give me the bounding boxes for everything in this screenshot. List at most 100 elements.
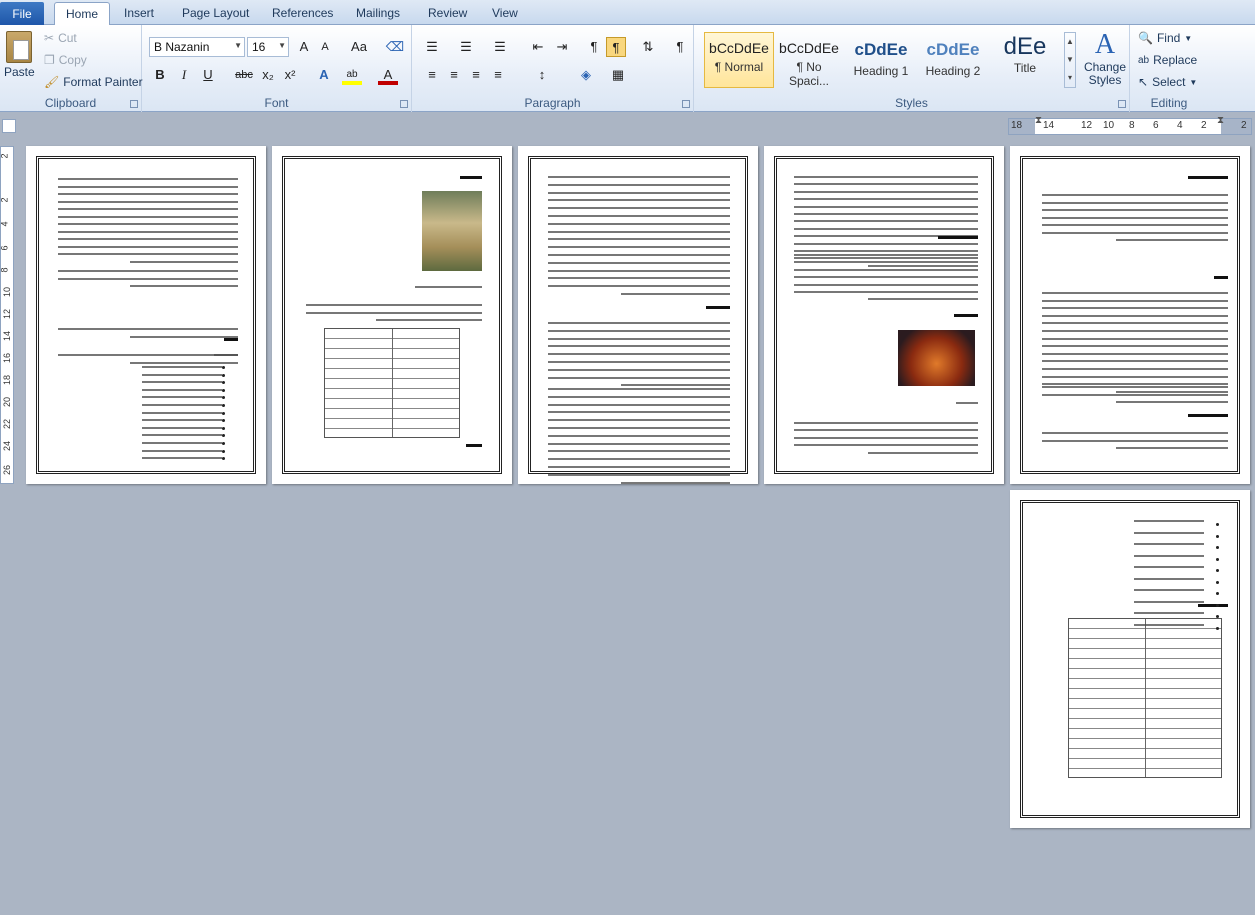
document-page[interactable] (518, 146, 758, 484)
indent-marker-icon[interactable]: ⧗ (1217, 115, 1224, 126)
italic-button[interactable]: I (174, 65, 194, 85)
find-button[interactable]: 🔍 Find ▼ (1138, 31, 1192, 45)
document-page[interactable] (272, 146, 512, 484)
strikethrough-button[interactable]: abc (232, 65, 256, 85)
cut-button[interactable]: ✂ Cut (44, 31, 77, 45)
document-page[interactable] (1010, 490, 1250, 828)
tab-references[interactable]: References (272, 6, 333, 20)
text-line (1134, 520, 1204, 522)
clipboard-launcher[interactable] (130, 100, 138, 108)
paragraph-group: ☰ ☰ ☰ ⇤ ⇥ ¶ ¶ ⇅ ¶ ≡ ≡ ≡ ≡ ↕ ◈ ▦ Paragrap… (412, 25, 694, 112)
numbering-icon[interactable]: ☰ (456, 37, 476, 57)
format-painter-button[interactable]: 🖌 Format Painter (44, 75, 143, 89)
tab-file[interactable]: File (0, 2, 44, 26)
decrease-indent-icon[interactable]: ⇤ (528, 37, 548, 57)
horizontal-ruler[interactable]: 18 14 12 10 8 6 4 2 2 ⧗ ⧗ (1008, 115, 1252, 135)
text-line (58, 238, 238, 240)
font-launcher[interactable] (400, 100, 408, 108)
document-page[interactable] (26, 146, 266, 484)
show-hide-button[interactable]: ¶ (670, 37, 690, 57)
select-button[interactable]: ↖ Select ▼ (1138, 75, 1197, 89)
highlight-icon[interactable]: ab (342, 65, 362, 85)
change-styles-button[interactable]: A Change Styles (1082, 29, 1128, 87)
text-line (1134, 566, 1204, 568)
align-center-icon[interactable]: ≡ (444, 65, 464, 85)
text-line (794, 183, 978, 186)
text-line (794, 291, 978, 293)
text-line (548, 337, 730, 340)
shrink-font-button[interactable]: A (315, 37, 335, 57)
tab-selector[interactable] (2, 119, 16, 133)
justify-icon[interactable]: ≡ (488, 65, 508, 85)
page-table[interactable] (324, 328, 460, 438)
align-left-icon[interactable]: ≡ (422, 65, 442, 85)
text-line (794, 257, 978, 260)
rtl-icon[interactable]: ¶ (606, 37, 626, 57)
superscript-button[interactable]: x² (280, 65, 300, 85)
style-title[interactable]: dEe Title (990, 32, 1060, 88)
font-color-icon[interactable]: A (378, 65, 398, 85)
borders-icon[interactable]: ▦ (608, 65, 628, 85)
text-line (414, 286, 482, 288)
clear-formatting-icon[interactable]: ⌫ (385, 37, 405, 57)
text-line (58, 200, 238, 203)
grow-font-button[interactable]: A (294, 37, 314, 57)
text-line (794, 422, 978, 424)
vertical-ruler[interactable]: 2 2 4 6 8 10 12 14 16 18 20 22 24 26 (0, 146, 14, 484)
indent-marker-icon[interactable]: ⧗ (1035, 115, 1042, 126)
style-normal[interactable]: bCcDdEe ¶ Normal (704, 32, 774, 88)
subscript-button[interactable]: x₂ (258, 65, 278, 85)
line-spacing-icon[interactable]: ↕ (532, 65, 552, 85)
font-name-box[interactable]: B Nazanin ▼ (149, 37, 245, 57)
text-line (1042, 345, 1228, 348)
paste-button[interactable]: Paste (4, 31, 35, 79)
style-heading-2[interactable]: cDdEe Heading 2 (918, 32, 988, 88)
text-line (548, 458, 730, 461)
font-group: B Nazanin ▼ 16 ▼ A A Aa ⌫ B I U abc x₂ x² … (142, 25, 412, 112)
tab-page-layout[interactable]: Page Layout (182, 6, 249, 20)
page-image[interactable] (898, 330, 975, 386)
text-line (867, 298, 978, 301)
shading-icon[interactable]: ◈ (576, 65, 596, 85)
document-page[interactable] (1010, 146, 1250, 484)
document-page[interactable] (764, 146, 1004, 484)
tab-mailings[interactable]: Mailings (356, 6, 400, 20)
text-line (956, 402, 978, 404)
bullet-icon (1216, 626, 1219, 630)
text-effects-icon[interactable]: A (314, 65, 334, 85)
text-line (58, 215, 238, 218)
style-no-spacing[interactable]: bCcDdEe ¶ No Spaci... (774, 32, 844, 88)
styles-launcher[interactable] (1118, 100, 1126, 108)
change-styles-icon: A (1094, 29, 1116, 60)
tab-insert[interactable]: Insert (124, 6, 154, 20)
styles-scroll[interactable]: ▲ ▼ ▾ (1064, 32, 1076, 88)
style-heading-1[interactable]: cDdEe Heading 1 (846, 32, 916, 88)
page-image[interactable] (422, 191, 482, 271)
sort-icon[interactable]: ⇅ (638, 37, 658, 57)
text-line (1042, 224, 1228, 226)
chevron-down-icon: ▼ (234, 41, 242, 50)
page-table[interactable] (1068, 618, 1222, 778)
change-case-button[interactable]: Aa (345, 37, 373, 57)
bullet-icon (222, 442, 225, 445)
bullets-icon[interactable]: ☰ (422, 37, 442, 57)
text-line (1042, 292, 1228, 294)
text-line (548, 199, 730, 202)
ltr-icon[interactable]: ¶ (584, 37, 604, 57)
paragraph-launcher[interactable] (682, 100, 690, 108)
tab-view[interactable]: View (492, 6, 518, 20)
text-line (620, 481, 730, 484)
text-line (1134, 600, 1204, 603)
clipboard-group: Paste ✂ Cut ❐ Copy 🖌 Format Painter Clipboa… (0, 25, 143, 112)
multilevel-list-icon[interactable]: ☰ (490, 37, 510, 57)
underline-button[interactable]: U (198, 65, 218, 85)
replace-button[interactable]: ab Replace (1138, 53, 1197, 67)
tab-home[interactable]: Home (54, 2, 111, 26)
font-size-box[interactable]: 16 ▼ (247, 37, 289, 57)
tab-review[interactable]: Review (428, 6, 467, 20)
align-right-icon[interactable]: ≡ (466, 65, 486, 85)
increase-indent-icon[interactable]: ⇥ (552, 37, 572, 57)
copy-button[interactable]: ❐ Copy (44, 53, 87, 67)
bold-button[interactable]: B (150, 65, 170, 85)
bullet-icon (222, 426, 225, 430)
